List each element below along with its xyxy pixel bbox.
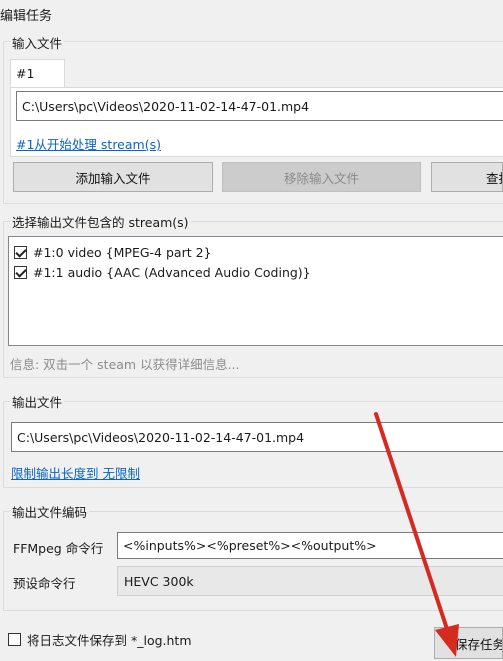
process-stream-link[interactable]: #1从开始处理 stream(s) bbox=[16, 134, 161, 153]
search-button-label: 查找 bbox=[486, 170, 502, 186]
output-encoding-group bbox=[3, 511, 503, 611]
stream-audio-label: #1:1 audio {AAC (Advanced Audio Coding)} bbox=[33, 264, 311, 280]
preset-command-label: 预设命令行 bbox=[13, 576, 76, 591]
stream-item-audio[interactable]: #1:1 audio {AAC (Advanced Audio Coding)} bbox=[14, 262, 503, 282]
output-encoding-group-title: 输出文件编码 bbox=[10, 502, 90, 521]
search-button[interactable]: 查找 bbox=[431, 162, 503, 192]
remove-input-file-button[interactable]: 移除输入文件 bbox=[222, 162, 421, 192]
save-log-checkbox[interactable] bbox=[8, 633, 21, 646]
stream-list[interactable]: #1:0 video {MPEG-4 part 2} #1:1 audio {A… bbox=[8, 236, 503, 346]
stream-audio-checkbox[interactable] bbox=[14, 265, 27, 279]
save-task-button[interactable]: 保存任务 bbox=[434, 627, 503, 659]
save-task-label: 保存任务 bbox=[455, 636, 503, 652]
save-log-label: 将日志文件保存到 *_log.htm bbox=[27, 633, 192, 648]
ffmpeg-command-label: FFMpeg 命令行 bbox=[13, 541, 104, 556]
stream-video-label: #1:0 video {MPEG-4 part 2} bbox=[33, 244, 212, 260]
stream-selection-group-title: 选择输出文件包含的 stream(s) bbox=[10, 212, 191, 231]
stream-item-video[interactable]: #1:0 video {MPEG-4 part 2} bbox=[14, 242, 503, 262]
output-file-group-title: 输出文件 bbox=[10, 392, 65, 411]
save-log-option[interactable]: 将日志文件保存到 *_log.htm bbox=[8, 630, 192, 649]
ffmpeg-command-field[interactable]: <%inputs%><%preset%><%output%> bbox=[117, 532, 503, 559]
tab-input-1[interactable]: #1 bbox=[10, 59, 65, 88]
preset-command-value[interactable]: HEVC 300k bbox=[117, 566, 503, 596]
input-file-path-field[interactable]: C:\Users\pc\Videos\2020-11-02-14-47-01.m… bbox=[16, 91, 503, 121]
output-file-path-field[interactable]: C:\Users\pc\Videos\2020-11-02-14-47-01.m… bbox=[11, 422, 503, 452]
input-files-group-title: 输入文件 bbox=[10, 33, 65, 52]
limit-output-length-link[interactable]: 限制输出长度到 无限制 bbox=[11, 463, 140, 482]
stream-video-checkbox[interactable] bbox=[14, 245, 27, 259]
stream-info-hint: 信息: 双击一个 steam 以获得详细信息... bbox=[10, 357, 240, 372]
window-title: 编辑任务 bbox=[0, 9, 53, 24]
add-input-file-button[interactable]: 添加输入文件 bbox=[13, 162, 213, 192]
